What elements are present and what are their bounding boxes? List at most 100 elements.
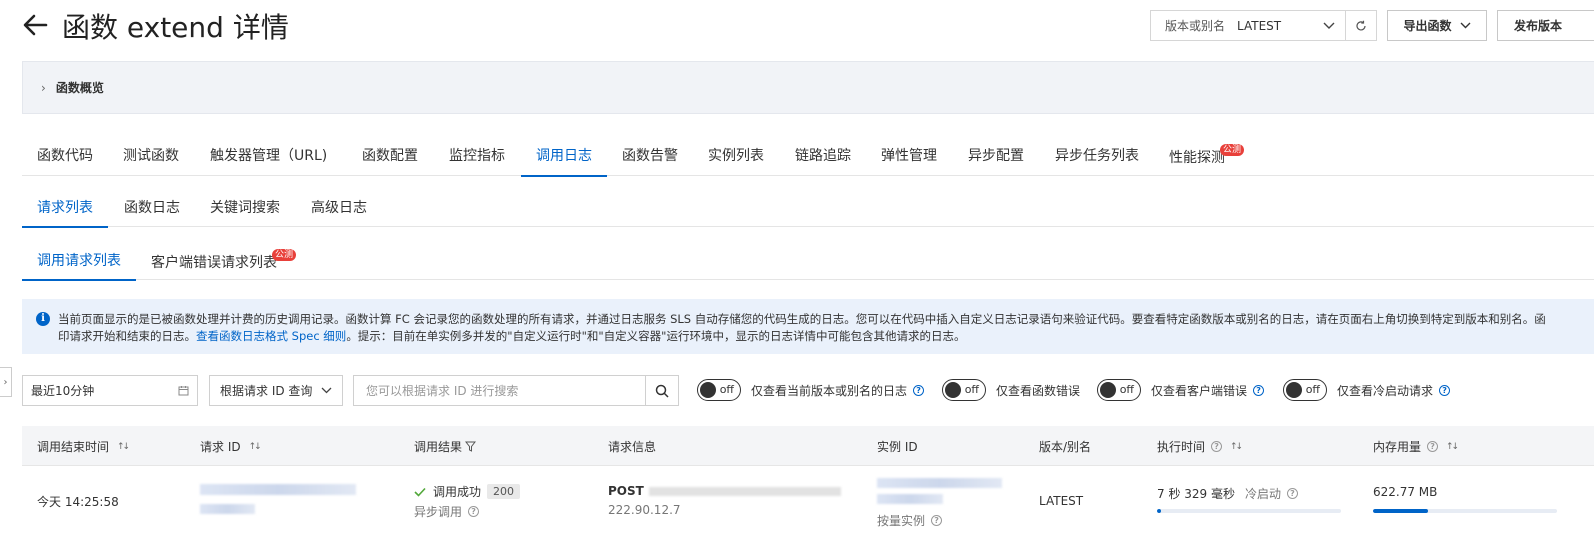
tab-function-logs[interactable]: 函数日志 <box>124 187 180 227</box>
log-format-spec-link[interactable]: 查看函数日志格式 Spec 细则 <box>196 329 346 343</box>
chevron-down-icon <box>1313 22 1345 30</box>
help-icon[interactable]: ? <box>1439 384 1451 396</box>
th-memory-label: 内存用量 <box>1373 440 1422 454</box>
query-type-select[interactable]: 根据请求 ID 查询 <box>209 375 343 406</box>
export-function-label: 导出函数 <box>1403 19 1452 33</box>
sort-icon[interactable]: ↑↓ <box>117 442 130 452</box>
help-icon[interactable]: ? <box>1427 441 1439 452</box>
tab-invocation-request-list[interactable]: 调用请求列表 <box>22 239 136 281</box>
request-id-search-input[interactable] <box>353 375 646 406</box>
time-range-value: 最近10分钟 <box>31 384 95 398</box>
function-overview-collapse[interactable]: › 函数概览 <box>22 61 1594 114</box>
sort-icon[interactable]: ↑↓ <box>1446 442 1459 452</box>
search-button[interactable] <box>645 375 679 406</box>
toggle-current-version: off 仅查看当前版本或别名的日志 ? <box>697 379 925 401</box>
version-select[interactable]: 版本或别名 LATEST <box>1150 10 1346 41</box>
main-tabs: 函数代码 测试函数 触发器管理（URL) 函数配置 监控指标 调用日志 函数告警… <box>22 133 1594 177</box>
tab-tracing[interactable]: 链路追踪 <box>795 133 851 176</box>
cell-invoke-type: 异步调用 ? <box>414 503 480 520</box>
time-range-picker[interactable]: 最近10分钟 <box>22 375 198 406</box>
help-icon[interactable]: ? <box>1287 488 1298 499</box>
filter-icon[interactable] <box>465 441 477 452</box>
th-memory[interactable]: 内存用量? ↑↓ <box>1373 438 1459 455</box>
th-request-id[interactable]: 请求 ID ↑↓ <box>200 438 262 455</box>
refresh-button[interactable] <box>1345 10 1377 41</box>
cell-exec-time: 7 秒 329 毫秒 冷启动 ? <box>1157 485 1298 502</box>
beta-badge: 公测 <box>1220 144 1245 156</box>
help-icon[interactable]: ? <box>1253 384 1265 396</box>
version-select-label: 版本或别名 <box>1165 19 1226 33</box>
current-version-switch[interactable]: off <box>697 379 741 401</box>
calendar-icon <box>178 386 189 396</box>
cell-end-time: 今天 14:25:58 <box>37 495 119 509</box>
export-function-button[interactable]: 导出函数 <box>1387 10 1487 41</box>
tab-elastic-management[interactable]: 弹性管理 <box>881 133 937 176</box>
tab-trigger-management[interactable]: 触发器管理（URL) <box>210 133 327 176</box>
cell-instance-type: 按量实例 ? <box>877 512 943 529</box>
search-icon <box>655 384 669 398</box>
tab-keyword-search[interactable]: 关键词搜索 <box>210 187 280 227</box>
request-sub-tabs: 调用请求列表 客户端错误请求列表 公测 <box>22 239 1594 281</box>
tab-test-function[interactable]: 测试函数 <box>123 133 179 176</box>
tab-function-code[interactable]: 函数代码 <box>37 133 93 176</box>
client-errors-switch[interactable]: off <box>1097 379 1141 401</box>
tab-client-error-requests-label: 客户端错误请求列表 <box>151 254 277 271</box>
tab-performance-probe[interactable]: 性能探测 <box>1169 133 1225 176</box>
th-request-info: 请求信息 <box>608 440 657 454</box>
function-errors-switch[interactable]: off <box>942 379 986 401</box>
back-arrow-icon[interactable] <box>20 10 50 40</box>
log-sub-tabs: 请求列表 函数日志 关键词搜索 高级日志 <box>22 187 1594 228</box>
sort-icon[interactable]: ↑↓ <box>1230 442 1243 452</box>
result-text: 调用成功 <box>433 485 482 499</box>
help-icon[interactable]: ? <box>931 515 943 526</box>
beta-badge: 公测 <box>272 249 297 261</box>
th-exec-time[interactable]: 执行时间? ↑↓ <box>1157 438 1243 455</box>
tab-async-config[interactable]: 异步配置 <box>968 133 1024 176</box>
tab-advanced-logs[interactable]: 高级日志 <box>311 187 367 227</box>
help-icon[interactable]: ? <box>468 506 480 517</box>
tab-instance-list[interactable]: 实例列表 <box>708 133 764 176</box>
info-banner: i 当前页面显示的是已被函数处理并计费的历史调用记录。函数计算 FC 会记录您的… <box>22 299 1594 354</box>
cold-start-text: 冷启动 <box>1244 487 1281 501</box>
cell-ip: 222.90.12.7 <box>608 503 681 517</box>
tab-client-error-requests[interactable]: 客户端错误请求列表 <box>151 239 277 280</box>
table-row[interactable]: 今天 14:25:58 调用成功 200 异步调用 ? POST 222.90.… <box>22 466 1594 543</box>
help-icon[interactable]: ? <box>1211 441 1223 452</box>
instance-type-text: 按量实例 <box>877 514 926 528</box>
invoke-type-text: 异步调用 <box>414 505 463 519</box>
tab-async-tasks[interactable]: 异步任务列表 <box>1055 133 1139 176</box>
redacted-request-url <box>649 487 841 496</box>
tab-request-list-label: 请求列表 <box>37 200 93 216</box>
tab-function-alarms[interactable]: 函数告警 <box>622 133 678 176</box>
th-request-id-label: 请求 ID <box>200 440 241 454</box>
page-title: 函数 extend 详情 <box>62 11 289 44</box>
publish-version-button[interactable]: 发布版本 <box>1497 10 1594 41</box>
check-icon <box>414 487 426 497</box>
function-overview-label: 函数概览 <box>55 81 104 95</box>
active-tab-indicator <box>521 175 607 177</box>
tab-invocation-logs[interactable]: 调用日志 <box>521 133 607 177</box>
sidebar-expand-toggle[interactable]: › <box>0 367 12 397</box>
chevron-down-icon <box>1460 22 1470 29</box>
sort-icon[interactable]: ↑↓ <box>249 442 262 452</box>
th-result[interactable]: 调用结果 <box>414 438 477 455</box>
tab-request-list[interactable]: 请求列表 <box>22 187 108 228</box>
tab-monitoring[interactable]: 监控指标 <box>449 133 505 176</box>
tab-function-config[interactable]: 函数配置 <box>362 133 418 176</box>
tab-performance-probe-label: 性能探测 <box>1169 149 1225 166</box>
query-type-value: 根据请求 ID 查询 <box>220 384 313 398</box>
th-end-time[interactable]: 调用结束时间 ↑↓ <box>37 438 130 455</box>
exec-time-text: 7 秒 329 毫秒 <box>1157 487 1235 501</box>
redacted-instance-id <box>877 494 943 504</box>
cell-result: 调用成功 200 <box>414 483 521 500</box>
info-icon: i <box>36 312 50 326</box>
th-instance-id: 实例 ID <box>877 440 918 454</box>
cold-start-switch[interactable]: off <box>1283 379 1327 401</box>
current-version-label: 仅查看当前版本或别名的日志 <box>751 383 908 398</box>
help-icon[interactable]: ? <box>913 384 925 396</box>
th-exec-time-label: 执行时间 <box>1157 440 1206 454</box>
toggle-function-errors: off 仅查看函数错误 <box>942 379 1080 401</box>
memory-bar <box>1373 509 1557 513</box>
toggle-cold-start: off 仅查看冷启动请求 ? <box>1283 379 1451 401</box>
status-code-badge: 200 <box>487 484 521 499</box>
